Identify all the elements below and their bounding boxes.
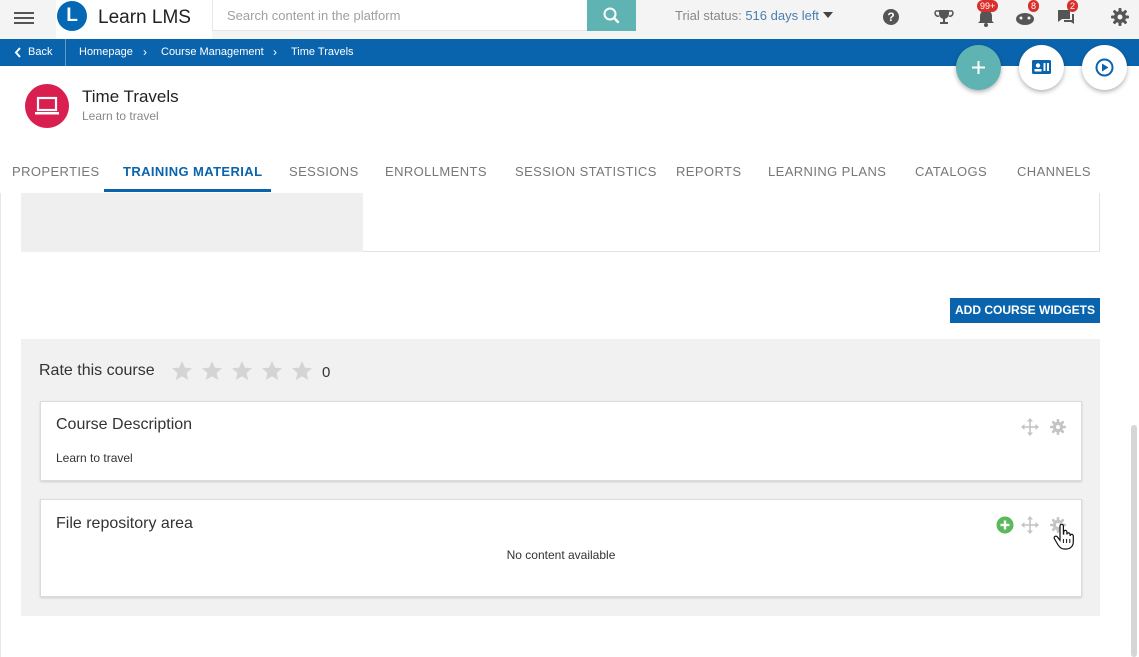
training-material-content [363,193,1100,252]
caret-down-icon [823,12,834,18]
breadcrumb-item-current: Time Travels [291,46,354,58]
back-button[interactable]: Back [0,39,66,66]
gamification-badge: 8 [1028,0,1040,12]
achievements-button[interactable] [933,6,955,28]
move-handle[interactable] [1021,418,1039,436]
add-button[interactable] [956,45,1001,90]
star-icon[interactable] [260,359,284,383]
svg-text:?: ? [887,10,894,24]
rating-label: Rate this course [39,362,155,379]
move-icon [1021,516,1039,534]
id-card-icon [1032,60,1051,74]
course-tabs: PROPERTIES TRAINING MATERIAL SESSIONS EN… [0,150,1139,192]
rating-count: 0 [322,364,331,381]
course-description-widget: Course Description Learn to travel [40,401,1082,481]
help-icon: ? [883,9,899,25]
add-file-button[interactable] [996,516,1014,534]
widget-title: File repository area [56,515,193,532]
gear-icon [1111,8,1129,26]
tab-sessions[interactable]: SESSIONS [289,164,359,179]
messages-badge: 2 [1067,0,1079,12]
widget-settings-button[interactable] [1049,418,1067,436]
tab-reports[interactable]: REPORTS [676,164,741,179]
move-icon [1021,418,1039,436]
app-logo[interactable]: L Learn LMS [56,0,212,39]
search-input[interactable] [212,0,588,31]
notifications-badge: 99+ [977,0,999,12]
chevron-right-icon: › [273,45,277,59]
file-repository-widget: File repository area No content availabl… [40,499,1082,597]
empty-state-text: No content available [506,548,616,562]
tab-training-material[interactable]: TRAINING MATERIAL [123,164,262,179]
star-icon[interactable] [170,359,194,383]
add-course-widgets-button[interactable]: ADD COURSE WIDGETS [950,298,1100,323]
back-label: Back [28,46,53,58]
widget-body: Learn to travel [56,451,133,465]
widget-title: Course Description [56,416,193,433]
messages-button[interactable]: 2 [1055,0,1079,28]
app-root: L Learn LMS Trial status: 516 days left … [0,0,1139,657]
tab-learning-plans[interactable]: LEARNING PLANS [768,164,886,179]
star-icon[interactable] [230,359,254,383]
logo-mark: L [57,1,87,31]
tab-properties[interactable]: PROPERTIES [12,164,100,179]
course-card-button[interactable] [1019,45,1064,90]
gear-icon [1050,419,1066,435]
plus-icon [972,61,985,74]
course-subtitle: Learn to travel [82,109,159,123]
play-course-button[interactable] [1082,45,1127,90]
course-icon [25,84,69,128]
search-button[interactable] [587,0,636,31]
help-button[interactable]: ? [880,6,902,28]
settings-button[interactable] [1109,6,1131,28]
trial-status-label: Trial status: [675,8,742,23]
tab-catalogs[interactable]: CATALOGS [915,164,987,179]
play-icon [1095,58,1114,77]
active-tab-indicator [104,189,271,192]
plus-circle-icon [996,516,1014,534]
chevron-left-icon [14,47,21,58]
laptop-icon [35,96,59,115]
star-icon[interactable] [290,359,314,383]
move-handle[interactable] [1021,516,1039,534]
breadcrumb-item-course-management[interactable]: Course Management [161,46,264,58]
search-icon [603,7,620,24]
gamification-button[interactable]: 8 [1014,0,1040,28]
scrollbar-thumb[interactable] [1131,425,1137,657]
content-border [0,193,1,657]
training-material-sidebar [21,193,363,252]
trial-status[interactable]: Trial status: 516 days left [675,8,834,23]
page-title: Time Travels [82,87,179,106]
tab-channels[interactable]: CHANNELS [1017,164,1091,179]
star-icon[interactable] [200,359,224,383]
notifications-button[interactable]: 99+ [975,0,999,28]
tab-enrollments[interactable]: ENROLLMENTS [385,164,487,179]
logo-text: Learn LMS [98,7,191,28]
hand-cursor-icon [1053,523,1075,550]
trophy-icon [934,10,954,24]
hamburger-menu-icon[interactable] [14,9,34,29]
chevron-right-icon: › [143,45,147,59]
tab-session-statistics[interactable]: SESSION STATISTICS [515,164,657,179]
top-bar: L Learn LMS Trial status: 516 days left … [0,0,1139,39]
breadcrumb-item-homepage[interactable]: Homepage [79,46,133,58]
trial-days: 516 days left [745,8,820,23]
